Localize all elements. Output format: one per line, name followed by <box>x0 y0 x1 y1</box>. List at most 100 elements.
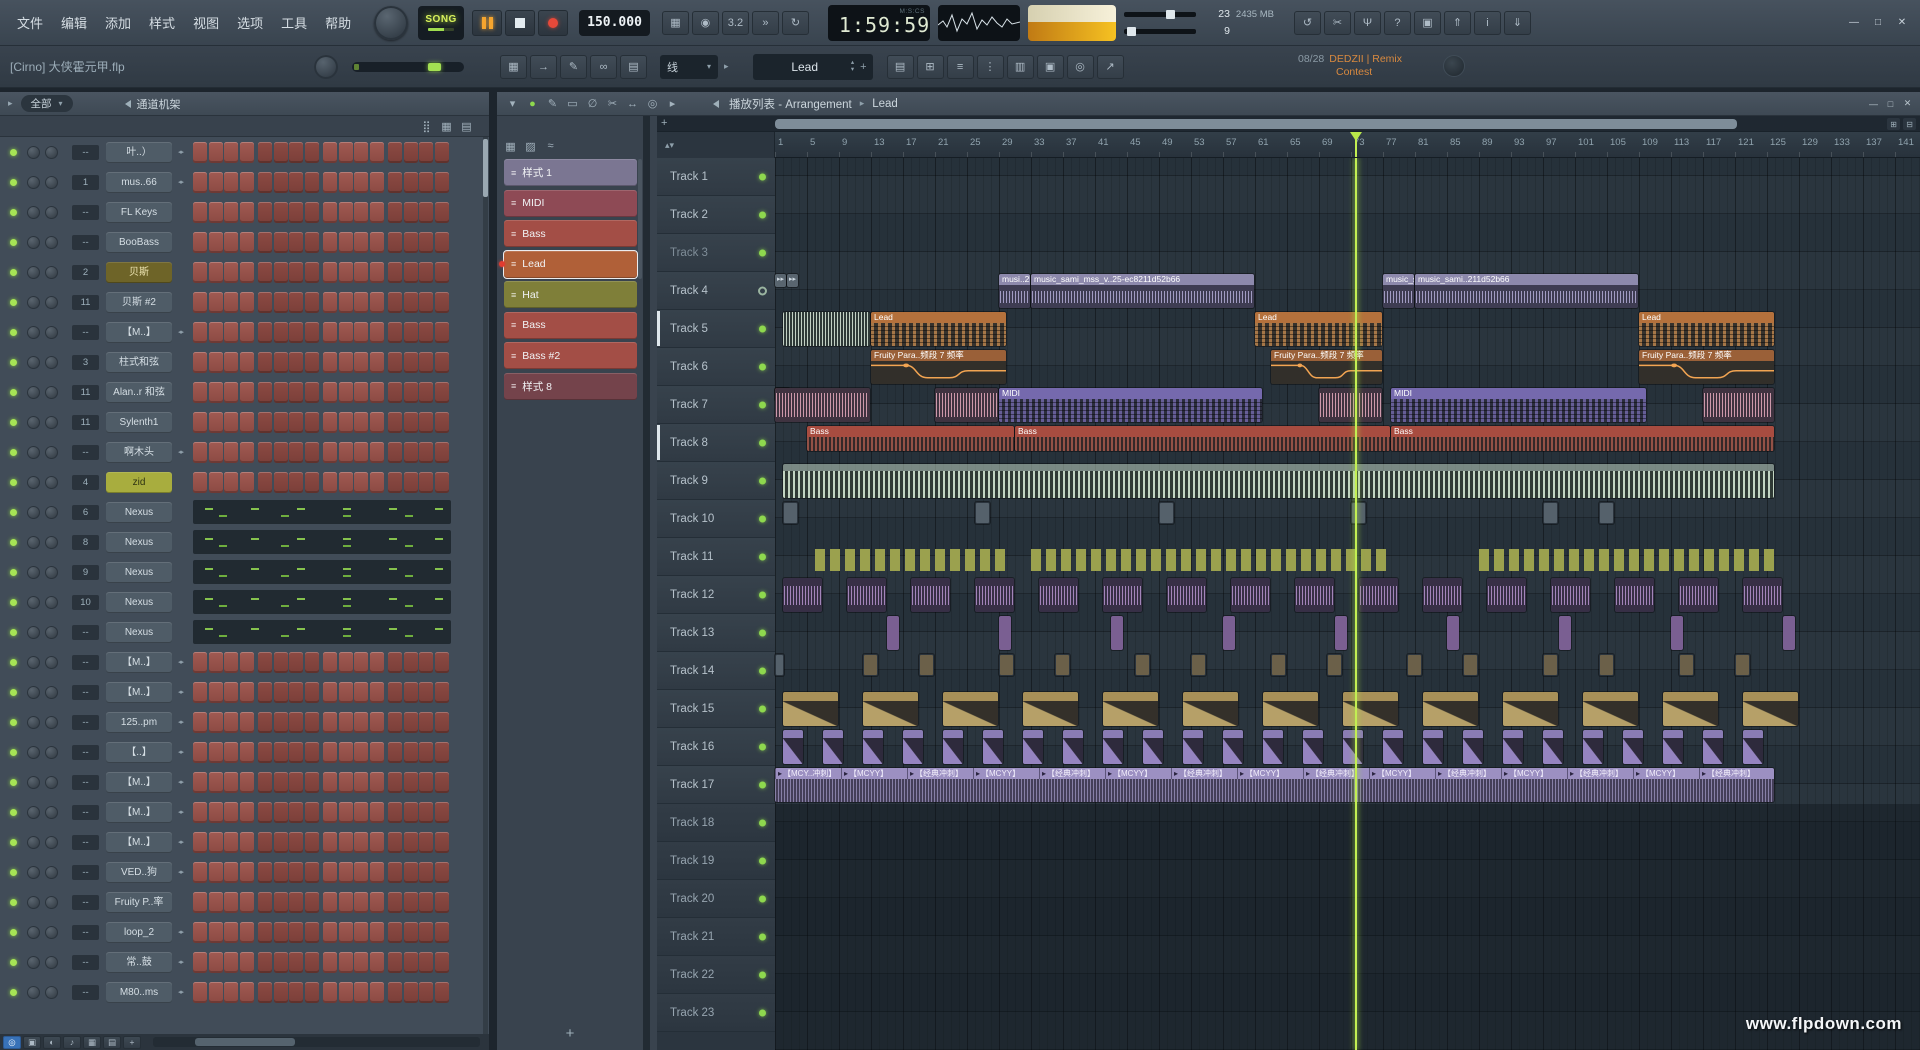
channel-button[interactable]: BooBass <box>106 232 172 253</box>
step-cell[interactable] <box>224 382 238 403</box>
channel-button[interactable]: 【M..】 <box>106 832 172 853</box>
step-cell[interactable] <box>404 952 418 973</box>
multilink-icon[interactable]: ⊞ <box>917 55 944 79</box>
step-cell[interactable] <box>240 952 254 973</box>
step-cell[interactable] <box>274 712 288 733</box>
step-cell[interactable] <box>404 742 418 763</box>
step-cell[interactable] <box>289 712 303 733</box>
step-cell[interactable] <box>323 172 337 193</box>
track-led[interactable] <box>759 591 766 598</box>
step-cell[interactable] <box>354 172 368 193</box>
loop-record-icon[interactable]: ↻ <box>782 11 809 35</box>
step-cell[interactable] <box>370 892 384 913</box>
step-cell[interactable] <box>258 172 272 193</box>
channel-button[interactable]: Sylenth1 <box>106 412 172 433</box>
step-cell[interactable] <box>274 832 288 853</box>
step-cell[interactable] <box>323 292 337 313</box>
mixer-track-number[interactable]: -- <box>72 145 99 160</box>
step-cell[interactable] <box>435 952 449 973</box>
step-cell[interactable] <box>305 382 319 403</box>
step-cell[interactable] <box>370 712 384 733</box>
mixer-track-number[interactable]: -- <box>72 865 99 880</box>
help-icon[interactable]: ? <box>1384 11 1411 35</box>
step-cell[interactable] <box>435 442 449 463</box>
mixer-track-number[interactable]: 9 <box>72 565 99 580</box>
rack-vertical-scrollbar[interactable] <box>483 137 488 1034</box>
step-cell[interactable] <box>209 862 223 883</box>
volume-knob[interactable] <box>45 686 58 699</box>
typing-small-icon[interactable]: ▤ <box>103 1036 121 1049</box>
step-cell[interactable] <box>323 652 337 673</box>
step-cell[interactable] <box>289 952 303 973</box>
step-cell[interactable] <box>274 352 288 373</box>
step-cell[interactable] <box>404 322 418 343</box>
track-header[interactable]: Track 5 <box>657 310 775 348</box>
update-icon[interactable]: ⇓ <box>1504 11 1531 35</box>
step-cell[interactable] <box>240 922 254 943</box>
step-cell[interactable] <box>193 832 207 853</box>
channel-mute-led[interactable] <box>10 779 17 786</box>
step-cell[interactable] <box>240 832 254 853</box>
track-header[interactable]: Track 16 <box>657 728 775 766</box>
step-cell[interactable] <box>323 202 337 223</box>
step-cell[interactable] <box>323 322 337 343</box>
channel-mute-led[interactable] <box>10 269 17 276</box>
track-led[interactable] <box>759 971 766 978</box>
step-cell[interactable] <box>193 712 207 733</box>
step-cell[interactable] <box>289 832 303 853</box>
step-cell[interactable] <box>258 262 272 283</box>
step-cell[interactable] <box>305 922 319 943</box>
clip-ptall[interactable] <box>1111 616 1123 650</box>
clip-ptri[interactable] <box>1023 730 1043 764</box>
step-cell[interactable] <box>274 862 288 883</box>
step-cell[interactable] <box>419 472 433 493</box>
step-cell[interactable] <box>240 172 254 193</box>
pan-knob[interactable] <box>27 656 40 669</box>
play-button[interactable] <box>472 10 502 36</box>
polyphony-slider[interactable] <box>1124 12 1196 17</box>
step-cell[interactable] <box>289 262 303 283</box>
autosave-icon[interactable]: ↺ <box>1294 11 1321 35</box>
track-header[interactable]: Track 22 <box>657 956 775 994</box>
clip-marker[interactable] <box>775 274 786 287</box>
clip-ptall[interactable] <box>1671 616 1683 650</box>
pattern-item[interactable]: ≡Bass <box>504 312 637 339</box>
step-cell[interactable] <box>258 952 272 973</box>
pan-knob[interactable] <box>27 296 40 309</box>
pattern-item[interactable]: ≡Lead <box>504 251 637 278</box>
step-cell[interactable] <box>258 232 272 253</box>
clip-marker[interactable] <box>787 274 798 287</box>
channel-mute-led[interactable] <box>10 509 17 516</box>
step-cell[interactable] <box>193 472 207 493</box>
channel-mute-led[interactable] <box>10 629 17 636</box>
cut-tool-icon[interactable]: ✂ <box>1324 11 1351 35</box>
slip-tool-icon[interactable]: ↔ <box>623 94 642 114</box>
clip-lead[interactable]: Lead <box>871 312 1006 346</box>
clip-darksm[interactable] <box>775 654 784 676</box>
pan-knob[interactable] <box>27 386 40 399</box>
step-cell[interactable] <box>435 322 449 343</box>
volume-knob[interactable] <box>45 716 58 729</box>
step-cell[interactable] <box>274 322 288 343</box>
step-cell[interactable] <box>274 952 288 973</box>
clip-audio[interactable]: music_sami..211d52b66 <box>1415 274 1638 308</box>
step-cell[interactable] <box>224 922 238 943</box>
channel-button[interactable]: 【M..】 <box>106 322 172 343</box>
add-track-icon[interactable]: + <box>661 117 667 129</box>
step-cell[interactable] <box>388 322 402 343</box>
step-cell[interactable] <box>209 952 223 973</box>
step-cell[interactable] <box>224 892 238 913</box>
step-cell[interactable] <box>370 862 384 883</box>
clip-mcyy[interactable]: 【MCY..冲刺】【MCYY】【经典冲刺】【MCYY】【经典冲刺】【MCYY】【… <box>775 768 1774 802</box>
step-cell[interactable] <box>435 292 449 313</box>
step-cell[interactable] <box>388 922 402 943</box>
volume-knob[interactable] <box>45 566 58 579</box>
step-cell[interactable] <box>209 322 223 343</box>
clip-ptri[interactable] <box>1223 730 1243 764</box>
step-cell[interactable] <box>339 352 353 373</box>
touch-icon[interactable]: ◎ <box>3 1036 21 1049</box>
clip-ptall[interactable] <box>999 616 1011 650</box>
channel-mute-led[interactable] <box>10 929 17 936</box>
cpu-slider[interactable] <box>1124 29 1196 34</box>
step-cell[interactable] <box>404 232 418 253</box>
